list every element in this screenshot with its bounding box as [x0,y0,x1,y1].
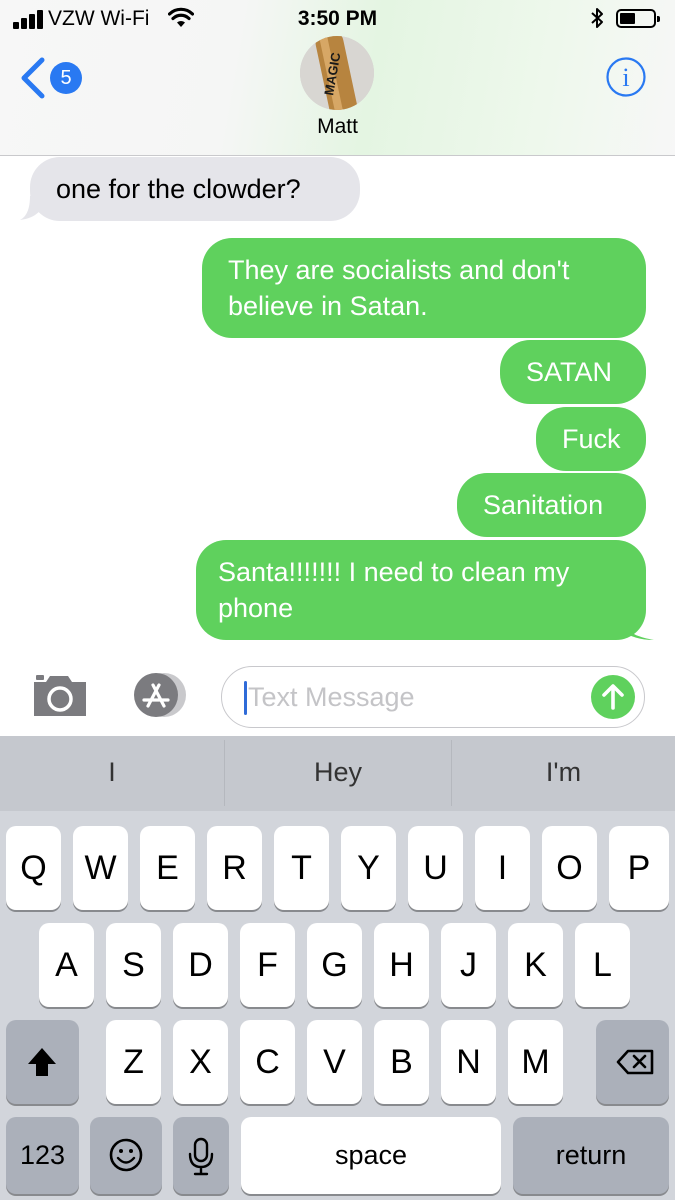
key-g[interactable]: G [307,923,362,1007]
key-z[interactable]: Z [106,1020,161,1104]
keyboard: I Hey I'm Q W E R T Y U I O P A S D F G … [0,736,675,1200]
key-l[interactable]: L [575,923,630,1007]
input-placeholder: Text Message [248,682,415,712]
numbers-key[interactable]: 123 [6,1117,79,1194]
battery-icon [616,9,660,28]
key-a[interactable]: A [39,923,94,1007]
emoji-icon [109,1138,143,1172]
key-s[interactable]: S [106,923,161,1007]
key-i[interactable]: I [475,826,530,910]
backspace-icon [616,1049,654,1075]
key-x[interactable]: X [173,1020,228,1104]
predictive-bar: I Hey I'm [0,736,675,811]
camera-icon[interactable] [30,672,90,718]
text-message-input[interactable]: Text Message [221,666,645,728]
key-b[interactable]: B [374,1020,429,1104]
contact-name[interactable]: Matt [0,115,675,139]
info-icon[interactable]: i [605,56,647,98]
back-button[interactable]: 5 [18,54,88,102]
key-n[interactable]: N [441,1020,496,1104]
key-m[interactable]: M [508,1020,563,1104]
delete-key[interactable] [596,1020,669,1104]
shift-key[interactable] [6,1020,79,1104]
key-h[interactable]: H [374,923,429,1007]
key-v[interactable]: V [307,1020,362,1104]
contact-avatar[interactable]: MAGIC [300,36,374,110]
key-c[interactable]: C [240,1020,295,1104]
bluetooth-icon [591,8,603,28]
emoji-key[interactable] [90,1117,162,1194]
key-o[interactable]: O [542,826,597,910]
key-d[interactable]: D [173,923,228,1007]
avatar-image: MAGIC [300,36,374,110]
space-key[interactable]: space [241,1117,501,1194]
status-time: 3:50 PM [297,7,378,30]
key-k[interactable]: K [508,923,563,1007]
key-y[interactable]: Y [341,826,396,910]
key-u[interactable]: U [408,826,463,910]
shift-icon [28,1048,56,1076]
key-j[interactable]: J [441,923,496,1007]
message-bubble-outgoing[interactable]: Sanitation [457,473,646,537]
svg-text:i: i [622,63,629,92]
key-e[interactable]: E [140,826,195,910]
suggestion-item[interactable]: I [0,736,224,811]
status-bar: VZW Wi-Fi 3:50 PM [0,0,675,40]
microphone-icon [188,1137,214,1176]
key-q[interactable]: Q [6,826,61,910]
back-chevron-icon [21,57,45,99]
unread-count-badge: 5 [50,62,82,94]
key-f[interactable]: F [240,923,295,1007]
message-bubble-outgoing[interactable]: SATAN [500,340,646,404]
conversation-header: VZW Wi-Fi 3:50 PM 5 MAGIC Matt i [0,0,675,156]
return-key[interactable]: return [513,1117,669,1194]
text-cursor [244,681,247,715]
dictation-key[interactable] [173,1117,229,1194]
app-store-icon[interactable] [126,672,192,718]
message-bubble-incoming[interactable]: one for the clowder? [30,157,360,221]
suggestion-item[interactable]: I'm [452,736,675,811]
suggestion-item[interactable]: Hey [225,736,451,811]
key-p[interactable]: P [609,826,669,910]
key-r[interactable]: R [207,826,262,910]
key-t[interactable]: T [274,826,329,910]
message-bubble-outgoing[interactable]: They are socialists and don't believe in… [202,238,646,338]
message-bubble-outgoing[interactable]: Santa!!!!!!! I need to clean my phone [196,540,646,640]
message-bubble-outgoing[interactable]: Fuck [536,407,646,471]
key-w[interactable]: W [73,826,128,910]
send-button[interactable] [591,675,635,719]
send-arrow-icon [602,684,624,710]
